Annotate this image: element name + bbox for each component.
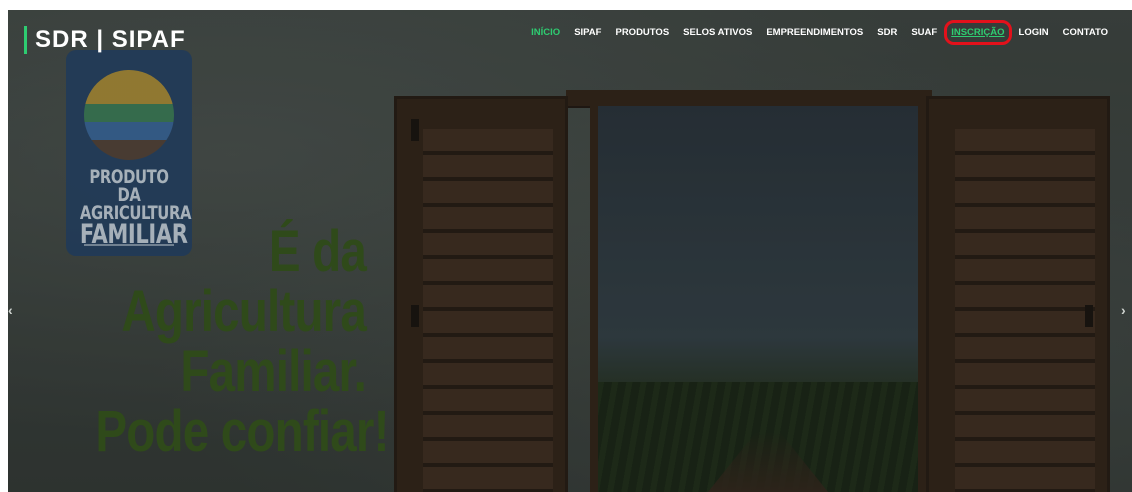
seal-emblem <box>84 70 174 160</box>
chevron-left-icon[interactable]: ‹ <box>8 302 13 318</box>
chevron-right-icon[interactable]: › <box>1121 302 1126 318</box>
nav-sdr[interactable]: SDR <box>877 27 897 38</box>
headline-line-1: É da <box>268 219 367 284</box>
nav-login[interactable]: LOGIN <box>1019 27 1049 38</box>
nav-inicio[interactable]: INÍCIO <box>531 27 560 38</box>
logo-text: SDR | SIPAF <box>35 26 186 53</box>
headline-line-3: Familiar. <box>180 339 366 404</box>
main-nav: INÍCIO SIPAF PRODUTOS SELOS ATIVOS EMPRE… <box>531 20 1108 45</box>
nav-suaf[interactable]: SUAF <box>911 27 937 38</box>
seal-line-1: PRODUTO DA <box>89 166 169 206</box>
logo-accent-bar <box>24 26 27 54</box>
nav-inscricao[interactable]: INSCRIÇÃO <box>944 20 1012 45</box>
nav-contato[interactable]: CONTATO <box>1063 27 1108 38</box>
site-logo[interactable]: SDR | SIPAF <box>24 26 186 54</box>
nav-empreendimentos[interactable]: EMPREENDIMENTOS <box>766 27 863 38</box>
hero-slider: PRODUTO DA AGRICULTURA FAMILIAR É da Agr… <box>8 10 1132 492</box>
nav-selos-ativos[interactable]: SELOS ATIVOS <box>683 27 752 38</box>
nav-sipaf[interactable]: SIPAF <box>574 27 601 38</box>
headline-line-4: Pode confiar! <box>95 399 389 464</box>
hero-headline: É da Agricultura Familiar. Pode confiar! <box>95 219 389 464</box>
headline-line-2: Agricultura <box>121 279 366 344</box>
nav-produtos[interactable]: PRODUTOS <box>615 27 669 38</box>
